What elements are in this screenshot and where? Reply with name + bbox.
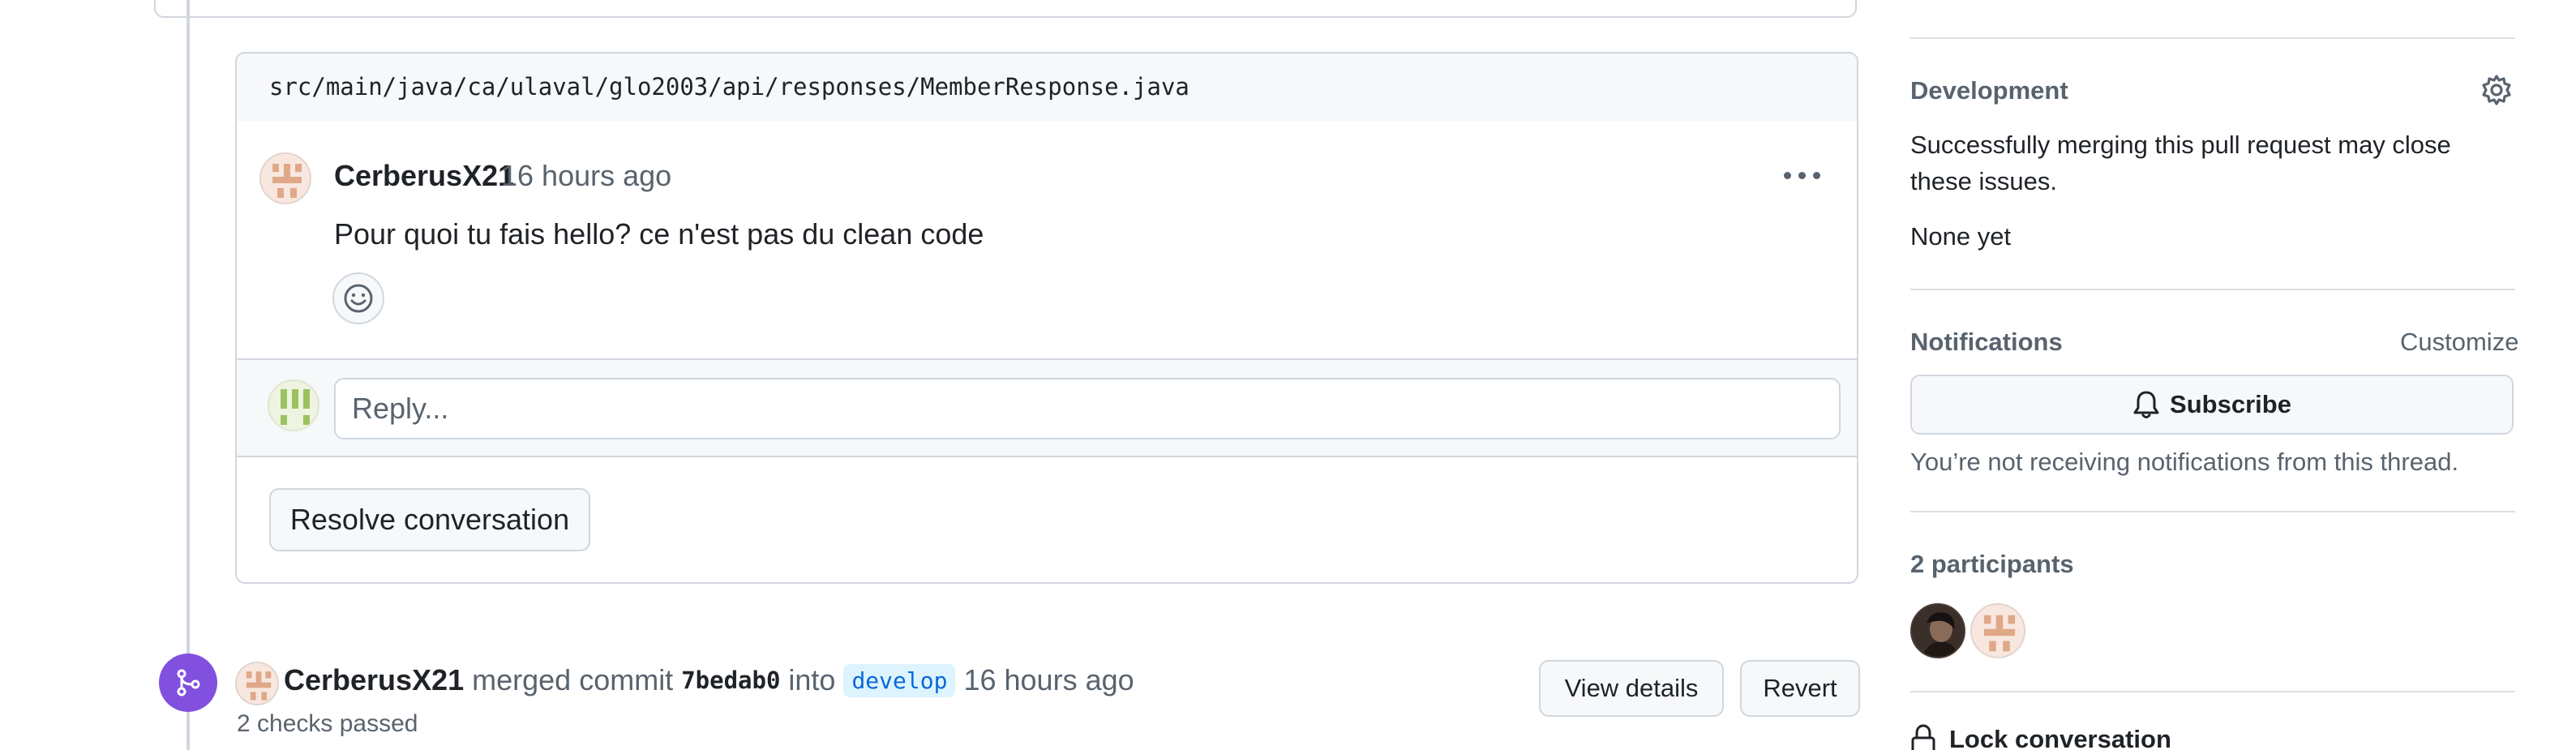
commit-sha[interactable]: 7bedab0 — [681, 666, 780, 694]
file-path[interactable]: src/main/java/ca/ulaval/glo2003/api/resp… — [269, 73, 1189, 101]
comment-author[interactable]: CerberusX21 — [334, 159, 514, 193]
development-description: Successfully merging this pull request m… — [1910, 131, 2451, 195]
gear-icon[interactable] — [2480, 73, 2514, 107]
kebab-horizontal-icon[interactable] — [1777, 159, 1826, 191]
comment-timestamp[interactable]: 16 hours ago — [501, 159, 671, 193]
merge-event-text: CerberusX21 merged commit 7bedab0 into d… — [284, 663, 1134, 697]
add-reaction-button[interactable] — [332, 272, 384, 324]
comment-body: Pour quoi tu fais hello? ce n'est pas du… — [334, 217, 984, 251]
kebab-dot — [1798, 171, 1806, 179]
lock-conversation-label: Lock conversation — [1949, 725, 2171, 750]
timeline-line — [186, 0, 190, 750]
resolve-conversation-button[interactable]: Resolve conversation — [269, 488, 590, 551]
sidebar-divider — [1910, 691, 2515, 692]
comment-author-avatar[interactable] — [259, 152, 311, 204]
lock-conversation-link[interactable]: Lock conversation — [1910, 723, 2171, 750]
identicon-image — [269, 381, 318, 430]
file-header: src/main/java/ca/ulaval/glo2003/api/resp… — [237, 54, 1857, 122]
merge-glyph — [177, 669, 200, 696]
gear-glyph — [2482, 75, 2511, 105]
participant-avatar[interactable] — [1970, 603, 2025, 658]
subscribe-button[interactable]: Subscribe — [1910, 375, 2514, 435]
merge-author-avatar[interactable] — [235, 662, 279, 705]
participants-heading: 2 participants — [1910, 550, 2074, 578]
git-merge-icon — [159, 654, 217, 712]
reply-input[interactable] — [334, 378, 1841, 439]
sidebar-divider — [1910, 511, 2515, 512]
merge-into: into — [788, 663, 836, 696]
bell-icon — [2133, 391, 2159, 418]
notifications-heading: Notifications — [1910, 328, 2063, 356]
kebab-dot — [1812, 171, 1820, 179]
kebab-dot — [1783, 171, 1791, 179]
reply-area — [237, 358, 1857, 457]
subscribe-label: Subscribe — [2170, 390, 2291, 418]
notifications-status: You’re not receiving notifications from … — [1910, 448, 2459, 476]
photo-avatar-image — [1912, 605, 1964, 657]
lock-icon — [1911, 724, 1935, 750]
previous-timeline-card — [154, 0, 1857, 18]
merge-author[interactable]: CerberusX21 — [284, 663, 464, 697]
participant-avatar[interactable] — [1910, 603, 1965, 658]
sidebar-divider — [1910, 289, 2515, 290]
identicon-image — [237, 663, 277, 704]
view-details-button[interactable]: View details — [1539, 660, 1724, 717]
review-thread: src/main/java/ca/ulaval/glo2003/api/resp… — [235, 52, 1858, 584]
branch-label[interactable]: develop — [843, 663, 956, 697]
smiley-icon — [344, 284, 373, 313]
customize-link[interactable]: Customize — [2400, 328, 2518, 357]
merge-action: merged commit — [472, 663, 674, 696]
current-user-avatar — [268, 379, 319, 431]
development-heading: Development — [1910, 76, 2068, 105]
identicon-image — [261, 154, 310, 203]
development-status: None yet — [1910, 222, 2012, 251]
revert-button[interactable]: Revert — [1740, 660, 1860, 717]
sidebar-divider — [1910, 37, 2515, 39]
checks-status[interactable]: 2 checks passed — [237, 710, 418, 738]
merge-timestamp[interactable]: 16 hours ago — [963, 663, 1134, 697]
identicon-image — [1972, 605, 2024, 657]
